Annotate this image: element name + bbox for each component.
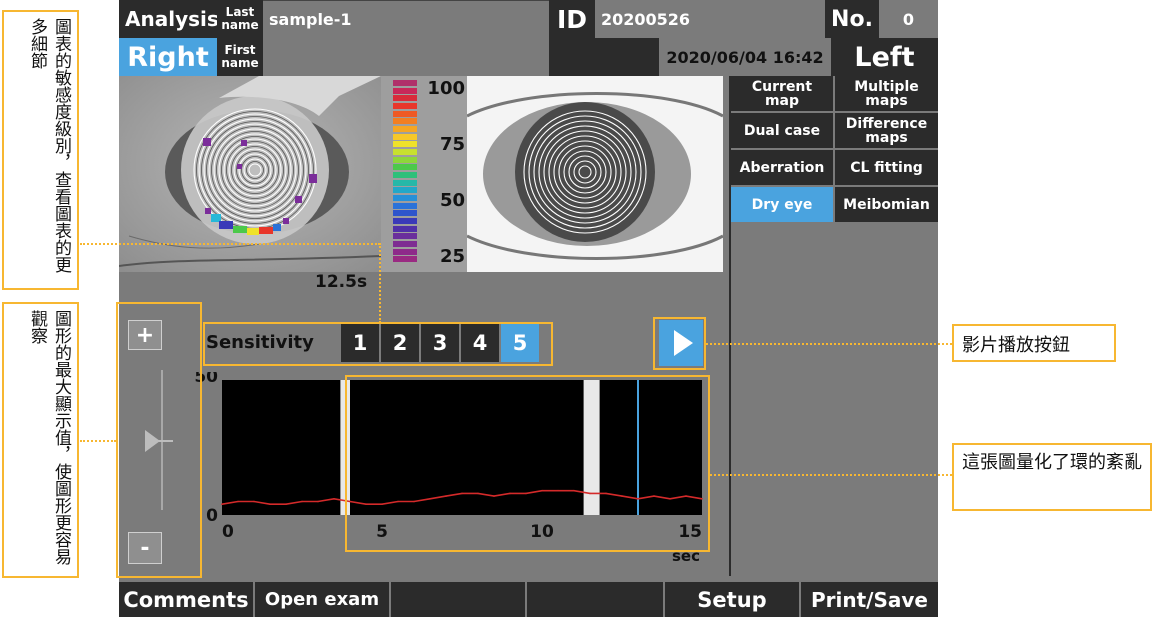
menu-current-map[interactable]: Current map	[731, 76, 833, 111]
elapsed-time-label: 12.5s	[315, 272, 368, 292]
disruption-data-point	[285, 503, 287, 505]
colorbar-segment	[393, 195, 417, 202]
colorbar-label-75: 75	[439, 134, 465, 155]
sensitivity-highlight-box	[203, 322, 553, 366]
y-tick-label: 0	[206, 506, 218, 526]
sensitivity-colorbar: 100 75 50 25	[381, 76, 467, 272]
right-eye-tab[interactable]: Right	[119, 38, 217, 76]
last-name-label: Last name	[217, 0, 263, 38]
colorbar-segment	[393, 218, 417, 225]
first-name-label: First name	[217, 38, 263, 76]
colorbar-segment	[393, 179, 417, 186]
callout-sensitivity: 圖表的敏感度級別，查看圖表的更多細節	[2, 10, 79, 290]
menu-difference-maps[interactable]: Difference maps	[835, 113, 938, 148]
colorbar-segment	[393, 187, 417, 194]
colorbar-segment	[393, 103, 417, 110]
id-label: ID	[549, 0, 595, 38]
colorbar-strip	[393, 80, 417, 264]
empty-button-2[interactable]	[527, 582, 663, 617]
colorbar-segment	[393, 95, 417, 102]
menu-multiple-maps[interactable]: Multiple maps	[835, 76, 938, 111]
comments-button[interactable]: Comments	[119, 582, 253, 617]
colorbar-segment	[393, 118, 417, 125]
zoom-highlight-box	[116, 302, 202, 578]
callout-chart: 這張圖量化了環的紊亂	[952, 443, 1152, 511]
colorbar-segment	[393, 133, 417, 140]
disruption-data-point	[317, 500, 319, 503]
disruption-data-point	[269, 503, 271, 505]
header-spacer	[549, 38, 659, 76]
callout-max-value: 圖形的最大顯示值，使圖形更容易觀察	[2, 302, 79, 578]
colorbar-segment	[393, 225, 417, 232]
colorbar-segment	[393, 248, 417, 255]
colorbar-segment	[393, 164, 417, 171]
no-field[interactable]: 0	[879, 0, 938, 38]
no-label: No.	[825, 0, 879, 38]
menu-dry-eye[interactable]: Dry eye	[731, 187, 833, 222]
left-eye-tab[interactable]: Left	[831, 38, 938, 76]
colorbar-segment	[393, 110, 417, 117]
menu-cl-fitting[interactable]: CL fitting	[835, 150, 938, 185]
disruption-data-point	[221, 503, 223, 505]
chart-highlight-box	[345, 375, 710, 552]
x-tick-label: 0	[222, 522, 234, 542]
first-name-field[interactable]	[263, 38, 549, 76]
colorbar-segment	[393, 80, 417, 87]
analysis-label: Analysis	[119, 0, 219, 38]
colorbar-segment	[393, 172, 417, 179]
colorbar-segment	[393, 202, 417, 209]
colorbar-segment	[393, 256, 417, 263]
id-field[interactable]: 20200526	[595, 0, 825, 38]
callout-play: 影片播放按鈕	[952, 324, 1116, 362]
last-name-field[interactable]: sample-1	[263, 0, 549, 38]
disruption-data-point	[333, 498, 335, 500]
menu-aberration[interactable]: Aberration	[731, 150, 833, 185]
colorbar-label-100: 100	[427, 78, 465, 99]
colorbar-label-25: 25	[439, 246, 465, 267]
open-exam-button[interactable]: Open exam	[255, 582, 389, 617]
colorbar-segment	[393, 156, 417, 163]
disruption-data-point	[237, 500, 239, 503]
colorbar-segment	[393, 210, 417, 217]
connector-sensitivity	[80, 243, 380, 245]
print-save-button[interactable]: Print/Save	[801, 582, 938, 617]
play-highlight-box	[653, 317, 706, 370]
menu-dual-case[interactable]: Dual case	[731, 113, 833, 148]
left-eye-placido-graphic	[467, 76, 723, 272]
menu-meibomian[interactable]: Meibomian	[835, 187, 938, 222]
connector-chart	[710, 474, 952, 476]
empty-button-1[interactable]	[391, 582, 525, 617]
connector-zoom	[80, 440, 116, 442]
disruption-data-point	[301, 500, 303, 503]
colorbar-segment	[393, 149, 417, 156]
colorbar-segment	[393, 126, 417, 133]
disruption-data-point	[253, 500, 255, 503]
colorbar-segment	[393, 241, 417, 248]
setup-button[interactable]: Setup	[665, 582, 799, 617]
colorbar-segment	[393, 233, 417, 240]
colorbar-segment	[393, 87, 417, 94]
exam-datetime: 2020/06/04 16:42	[659, 38, 831, 76]
left-eye-image	[467, 76, 723, 272]
colorbar-segment	[393, 141, 417, 148]
connector-sensitivity-vertical	[379, 243, 381, 323]
colorbar-label-50: 50	[439, 190, 465, 211]
connector-play	[706, 343, 952, 345]
